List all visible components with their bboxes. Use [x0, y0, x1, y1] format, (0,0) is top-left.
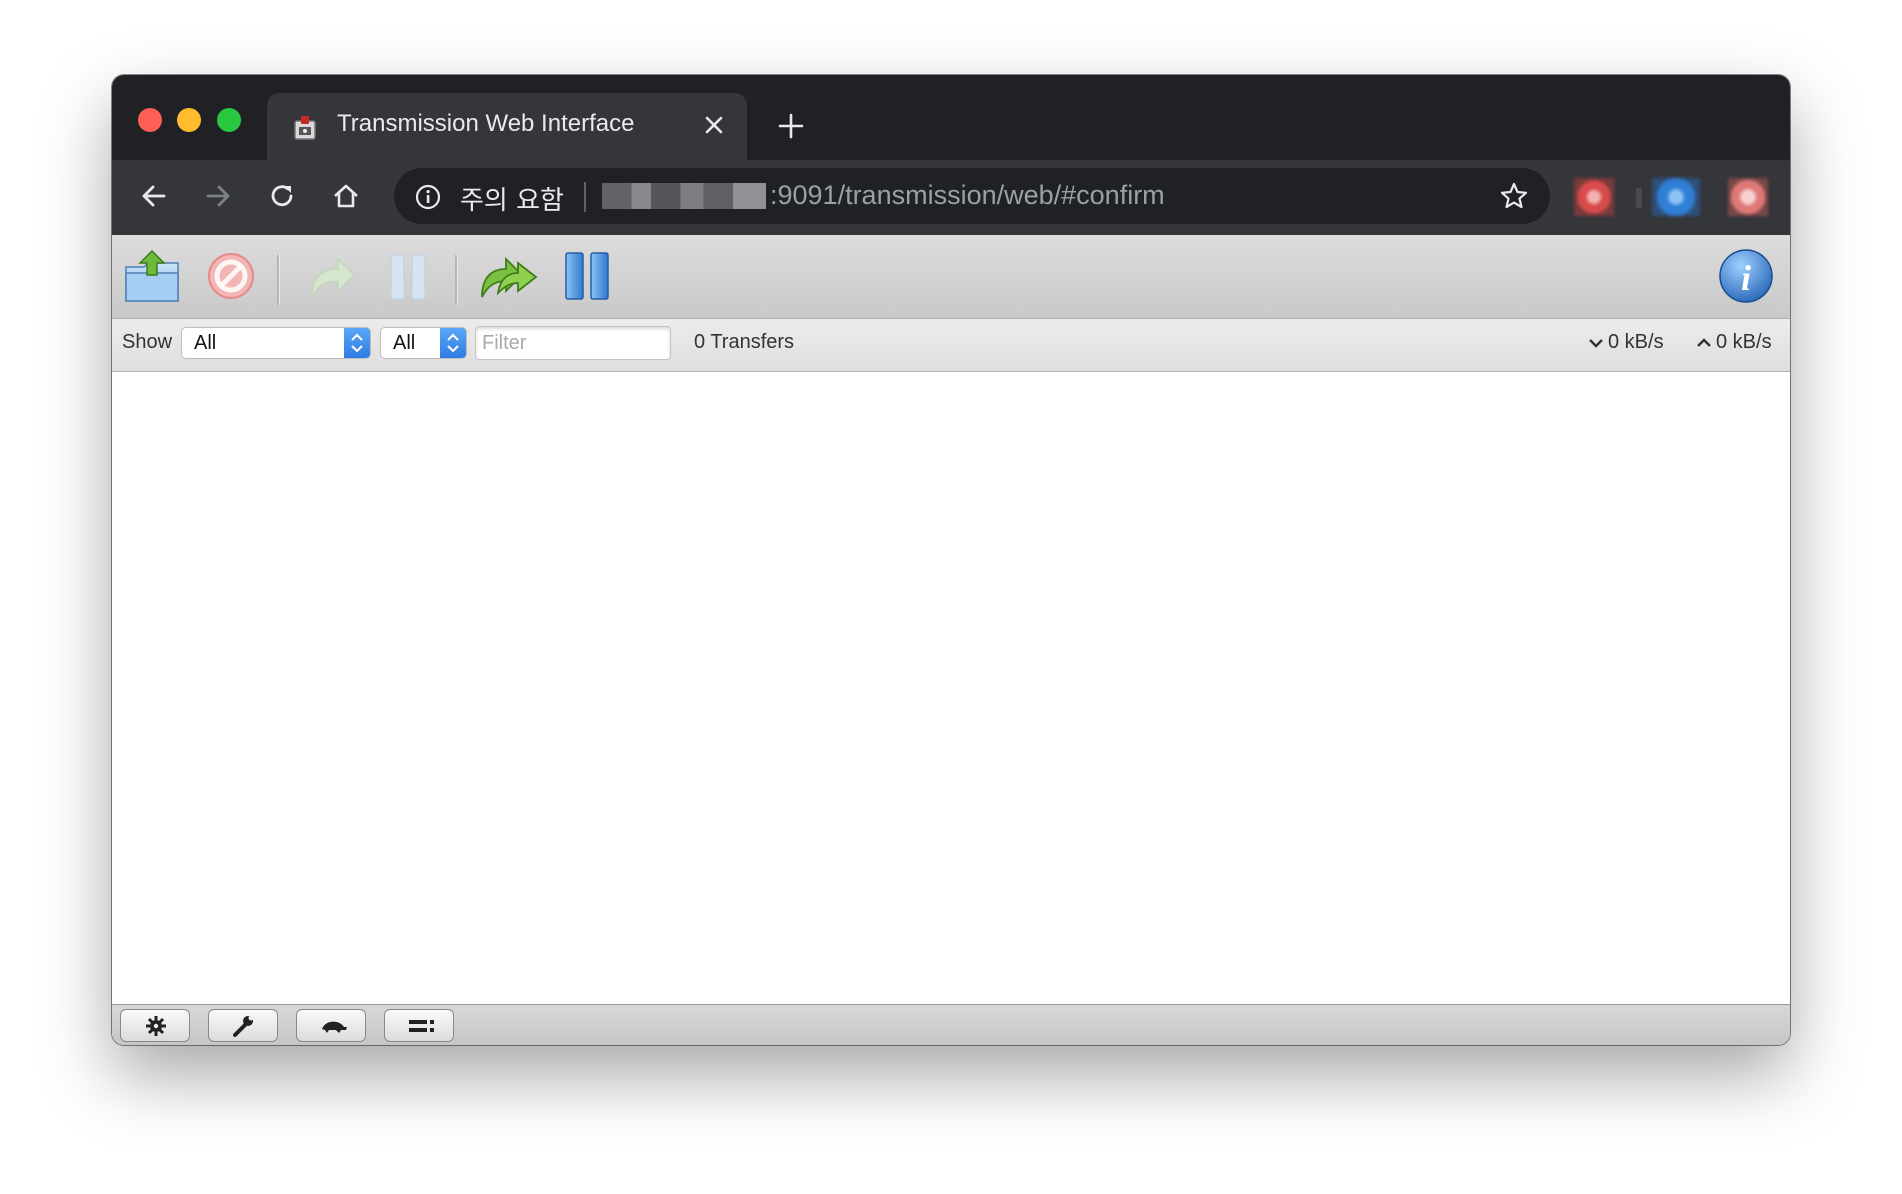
toolbar-separator: [455, 255, 458, 305]
transmission-favicon-icon: [294, 116, 316, 140]
extension-separator: [1636, 188, 1642, 208]
close-window-button[interactable]: [138, 108, 162, 132]
new-tab-icon[interactable]: [776, 111, 806, 141]
address-bar[interactable]: 주의 요함 :9091/transmission/web/#confirm: [394, 168, 1550, 224]
status-filter-value: All: [194, 332, 217, 354]
tracker-filter-select[interactable]: All: [380, 327, 467, 359]
open-torrent-folder-icon[interactable]: [122, 247, 184, 305]
transfers-count: 0 Transfers: [694, 331, 795, 353]
upload-arrow-icon: [1697, 338, 1711, 347]
svg-text:i: i: [1741, 258, 1751, 298]
status-filter-select[interactable]: All: [181, 327, 371, 359]
reload-icon[interactable]: [264, 178, 300, 214]
select-arrows-icon: [344, 328, 370, 358]
gear-icon: [146, 1016, 166, 1036]
bottom-bar: [112, 1004, 1790, 1045]
minimize-window-button[interactable]: [177, 108, 201, 132]
turtle-mode-button[interactable]: [296, 1009, 366, 1042]
upload-rate-value: 0 kB/s: [1716, 331, 1772, 353]
zoom-window-button[interactable]: [217, 108, 241, 132]
select-arrows-icon: [440, 328, 466, 358]
pause-all-icon[interactable]: [556, 247, 618, 305]
resume-selected-icon[interactable]: [298, 247, 360, 305]
filter-input[interactable]: [475, 326, 671, 360]
browser-toolbar: 주의 요함 :9091/transmission/web/#confirm: [112, 160, 1790, 235]
list-view-icon: [409, 1020, 434, 1032]
resume-all-icon[interactable]: [478, 247, 540, 305]
bookmark-star-icon[interactable]: [1498, 180, 1530, 212]
close-tab-icon[interactable]: [701, 112, 727, 138]
upload-rate: 0 kB/s: [1696, 331, 1772, 354]
toolbar-separator: [277, 255, 280, 305]
download-rate: 0 kB/s: [1588, 331, 1664, 354]
tab-title: Transmission Web Interface: [337, 110, 635, 137]
remove-torrent-icon[interactable]: [200, 247, 262, 305]
omnibox-divider: [584, 182, 586, 212]
torrent-list[interactable]: [112, 372, 1790, 1004]
tab-strip: Transmission Web Interface: [112, 75, 1790, 160]
compact-view-button[interactable]: [384, 1009, 454, 1042]
info-circle-icon[interactable]: [414, 183, 442, 211]
transmission-toolbar: i: [112, 235, 1790, 319]
redacted-host: [602, 183, 766, 209]
download-rate-value: 0 kB/s: [1608, 331, 1664, 353]
back-arrow-icon[interactable]: [136, 178, 172, 214]
pause-selected-icon[interactable]: [377, 247, 439, 305]
browser-window: Transmission Web Interface 주의 요함:9091/t…: [112, 75, 1790, 1045]
extension-icon[interactable]: [1652, 178, 1700, 216]
forward-arrow-icon[interactable]: [200, 178, 236, 214]
wrench-icon: [233, 1015, 254, 1037]
security-warning-label[interactable]: 주의 요함: [460, 180, 564, 217]
filter-bar: Show All All 0 Transfers 0 kB/s 0 kB/s: [112, 319, 1790, 372]
tracker-filter-value: All: [393, 332, 416, 354]
turtle-icon: [322, 1021, 347, 1033]
extension-icon[interactable]: [1574, 178, 1614, 216]
home-icon[interactable]: [328, 178, 364, 214]
extension-icon[interactable]: [1728, 178, 1768, 216]
preferences-button[interactable]: [208, 1009, 278, 1042]
url-text[interactable]: :9091/transmission/web/#confirm: [770, 180, 1165, 211]
settings-button[interactable]: [120, 1009, 190, 1042]
show-label: Show: [122, 331, 173, 353]
inspector-info-icon[interactable]: i: [1715, 247, 1777, 305]
tab-transmission[interactable]: Transmission Web Interface: [267, 93, 747, 160]
download-arrow-icon: [1589, 339, 1603, 348]
